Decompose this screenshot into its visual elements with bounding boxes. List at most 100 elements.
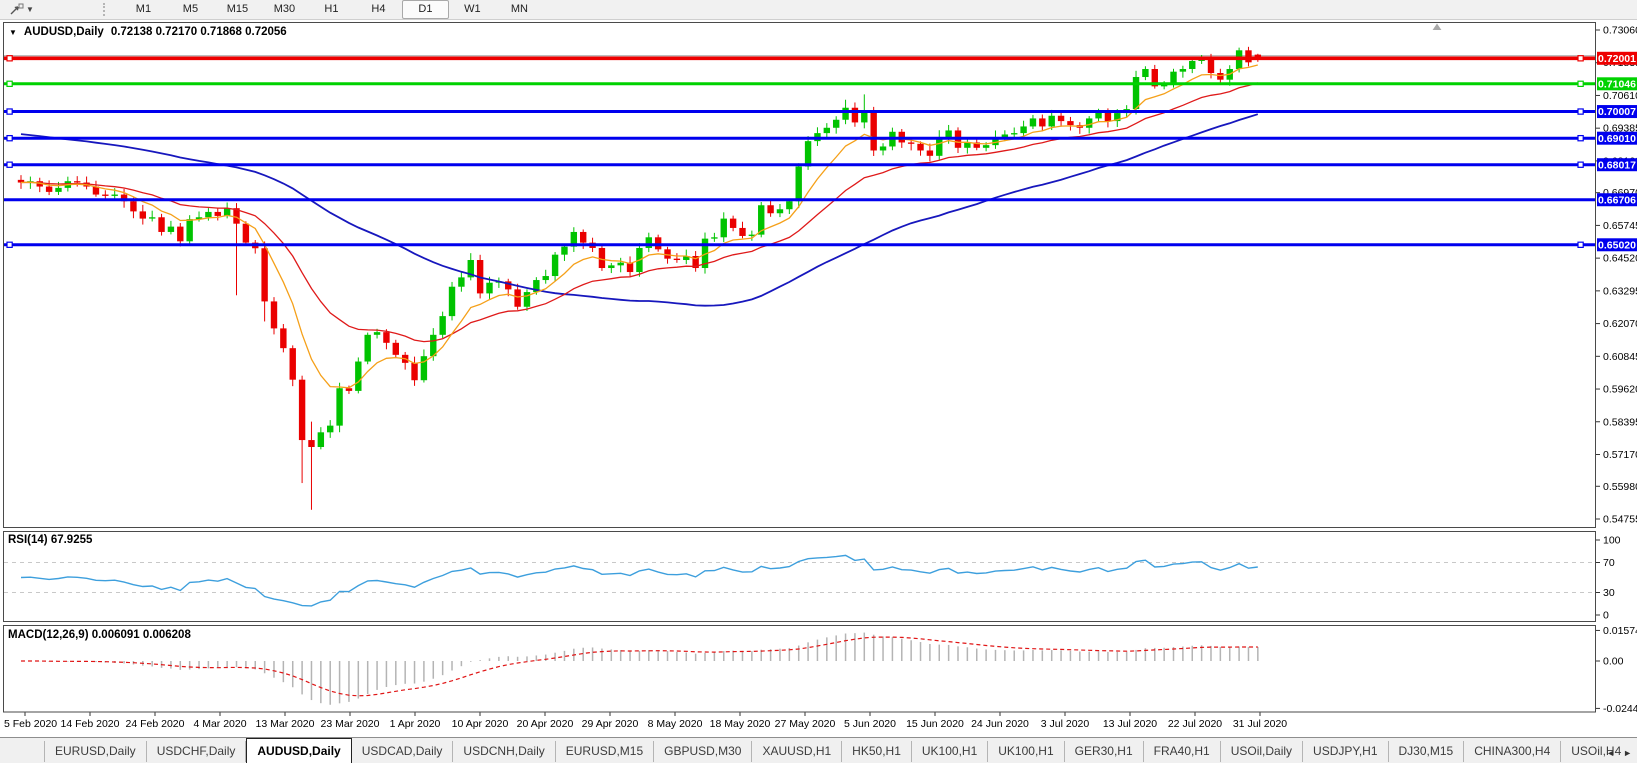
chart-tab-DJ30-M15[interactable]: DJ30,M15 xyxy=(1389,741,1465,762)
price-tag-0.65020: 0.65020 xyxy=(1597,238,1637,251)
chart-tab-USDCAD-Daily[interactable]: USDCAD,Daily xyxy=(352,741,454,762)
date-axis-label: 3 Jul 2020 xyxy=(1041,718,1090,730)
hline-handle[interactable] xyxy=(1578,162,1583,167)
chart-tab-UK100-H1[interactable]: UK100,H1 xyxy=(988,741,1064,762)
date-axis-label: 5 Feb 2020 xyxy=(4,718,57,730)
date-axis-label: 23 Mar 2020 xyxy=(321,718,380,730)
price-axis-tick: 0.65745 xyxy=(1603,220,1637,232)
price-tag-0.68017: 0.68017 xyxy=(1597,158,1637,171)
hline-handle[interactable] xyxy=(7,136,12,141)
dropdown-caret-icon[interactable]: ▼ xyxy=(26,5,34,14)
chart-tab-UK100-H1[interactable]: UK100,H1 xyxy=(912,741,988,762)
macd-header: MACD(12,26,9) 0.006091 0.006208 xyxy=(8,629,191,641)
date-axis[interactable]: 5 Feb 2020 14 Feb 2020 24 Feb 2020 4 Mar 20… xyxy=(4,713,1287,731)
price-axis-tick: 0.55980 xyxy=(1603,481,1637,493)
svg-text:0.72001: 0.72001 xyxy=(1598,53,1636,65)
timeframe-button-H4[interactable]: H4 xyxy=(355,0,402,19)
price-axis-tick: 0.54755 xyxy=(1603,513,1637,525)
hline-handle[interactable] xyxy=(7,81,12,86)
chart-tab-AUDUSD-Daily[interactable]: AUDUSD,Daily xyxy=(246,738,351,763)
chart-tab-USOil-Daily[interactable]: USOil,Daily xyxy=(1221,741,1303,762)
crosshair-icon xyxy=(9,3,24,16)
rsi-header: RSI(14) 67.9255 xyxy=(8,534,92,546)
date-axis-label: 20 Apr 2020 xyxy=(517,718,574,730)
toolbar-grip[interactable] xyxy=(103,3,108,16)
svg-text:0.71046: 0.71046 xyxy=(1598,78,1636,90)
svg-text:0.68017: 0.68017 xyxy=(1598,159,1636,171)
rsi-axis-tick: 30 xyxy=(1603,587,1615,599)
tab-scroll-left-icon[interactable]: ◄ xyxy=(1606,748,1615,758)
rsi-axis-tick: 70 xyxy=(1603,557,1615,569)
hline-handle[interactable] xyxy=(7,109,12,114)
timeframe-button-D1[interactable]: D1 xyxy=(402,0,449,19)
price-axis-tick: 0.59620 xyxy=(1603,384,1637,396)
hline-handle[interactable] xyxy=(1578,242,1583,247)
chart-tab-GER30-H1[interactable]: GER30,H1 xyxy=(1065,741,1144,762)
hline-handle[interactable] xyxy=(1578,136,1583,141)
timeframe-button-MN[interactable]: MN xyxy=(496,0,543,19)
date-axis-label: 14 Feb 2020 xyxy=(61,718,120,730)
price-tag-0.71046: 0.71046 xyxy=(1597,77,1637,90)
symbol-dropdown-icon[interactable]: ▼ xyxy=(9,28,17,37)
timeframe-button-H1[interactable]: H1 xyxy=(308,0,355,19)
price-axis-tick: 0.73060 xyxy=(1603,25,1637,37)
date-axis-label: 10 Apr 2020 xyxy=(452,718,509,730)
chart-tab-bar: EURUSD,DailyUSDCHF,DailyAUDUSD,DailyUSDC… xyxy=(0,737,1637,763)
date-axis-label: 31 Jul 2020 xyxy=(1233,718,1287,730)
date-axis-label: 5 Jun 2020 xyxy=(844,718,896,730)
rsi-axis[interactable]: 10070300 xyxy=(1596,535,1621,622)
price-axis-tick: 0.63295 xyxy=(1603,285,1637,297)
macd-axis-tick: 0.015741 xyxy=(1603,625,1637,637)
chart-title: ▼ AUDUSD,Daily 0.72138 0.72170 0.71868 0… xyxy=(9,26,287,38)
chart-tab-USDJPY-H1[interactable]: USDJPY,H1 xyxy=(1303,741,1388,762)
rsi-axis-tick: 100 xyxy=(1603,535,1621,547)
timeframe-button-W1[interactable]: W1 xyxy=(449,0,496,19)
date-axis-label: 4 Mar 2020 xyxy=(193,718,246,730)
svg-text:0.66706: 0.66706 xyxy=(1598,194,1636,206)
price-axis[interactable]: 0.730600.718350.706100.693850.681600.669… xyxy=(1596,25,1637,526)
chart-tab-XAUUSD-H1[interactable]: XAUUSD,H1 xyxy=(752,741,842,762)
macd-axis[interactable]: 0.0157410.00-0.024417 xyxy=(1596,625,1637,715)
chart-tab-EURUSD-M15[interactable]: EURUSD,M15 xyxy=(556,741,654,762)
price-axis-tick: 0.58395 xyxy=(1603,416,1637,428)
timeframe-button-M15[interactable]: M15 xyxy=(214,0,261,19)
chart-tab-GBPUSD-M30[interactable]: GBPUSD,M30 xyxy=(654,741,752,762)
price-axis-tick: 0.70610 xyxy=(1603,90,1637,102)
hline-handle[interactable] xyxy=(7,242,12,247)
price-axis-tick: 0.62070 xyxy=(1603,318,1637,330)
price-axis-tick: 0.60845 xyxy=(1603,351,1637,363)
price-axis-tick: 0.57170 xyxy=(1603,449,1637,461)
timeframe-button-M30[interactable]: M30 xyxy=(261,0,308,19)
hline-handle[interactable] xyxy=(7,56,12,61)
timeframe-button-M5[interactable]: M5 xyxy=(167,0,214,19)
date-axis-label: 24 Jun 2020 xyxy=(971,718,1029,730)
date-axis-label: 24 Feb 2020 xyxy=(126,718,185,730)
chart-tab-HK50-H1[interactable]: HK50,H1 xyxy=(842,741,912,762)
toolbar: ▼ M1M5M15M30H1H4D1W1MN xyxy=(0,0,1637,20)
hline-handle[interactable] xyxy=(1578,56,1583,61)
date-axis-label: 18 May 2020 xyxy=(710,718,771,730)
svg-text:0.70007: 0.70007 xyxy=(1598,106,1636,118)
tab-scroll-arrows: ◄ ► xyxy=(1606,748,1632,758)
main-price-pane[interactable] xyxy=(4,23,1596,528)
chart-tab-FRA40-H1[interactable]: FRA40,H1 xyxy=(1144,741,1221,762)
macd-pane[interactable] xyxy=(4,626,1596,713)
rsi-pane[interactable] xyxy=(4,532,1596,622)
hline-handle[interactable] xyxy=(1578,109,1583,114)
hline-handle[interactable] xyxy=(1578,81,1583,86)
chart-ohlc-values: 0.72138 0.72170 0.71868 0.72056 xyxy=(111,26,287,38)
crosshair-tool-button[interactable]: ▼ xyxy=(6,2,37,17)
chart-symbol-label: AUDUSD,Daily xyxy=(24,26,104,38)
timeframe-button-M1[interactable]: M1 xyxy=(120,0,167,19)
hline-handle[interactable] xyxy=(7,162,12,167)
chart-tab-CHINA300-H4[interactable]: CHINA300,H4 xyxy=(1464,741,1561,762)
macd-axis-tick: -0.024417 xyxy=(1603,703,1637,715)
svg-text:0.65020: 0.65020 xyxy=(1598,239,1636,251)
date-axis-label: 13 Mar 2020 xyxy=(256,718,315,730)
tab-scroll-right-icon[interactable]: ► xyxy=(1623,748,1632,758)
chart-tab-EURUSD-Daily[interactable]: EURUSD,Daily xyxy=(44,741,147,762)
chart-tab-USDCNH-Daily[interactable]: USDCNH,Daily xyxy=(453,741,555,762)
chart-tab-USDCHF-Daily[interactable]: USDCHF,Daily xyxy=(147,741,247,762)
price-tag-0.72001: 0.72001 xyxy=(1597,52,1637,65)
chart-canvas[interactable]: 0.730600.718350.706100.693850.681600.669… xyxy=(0,0,1637,740)
